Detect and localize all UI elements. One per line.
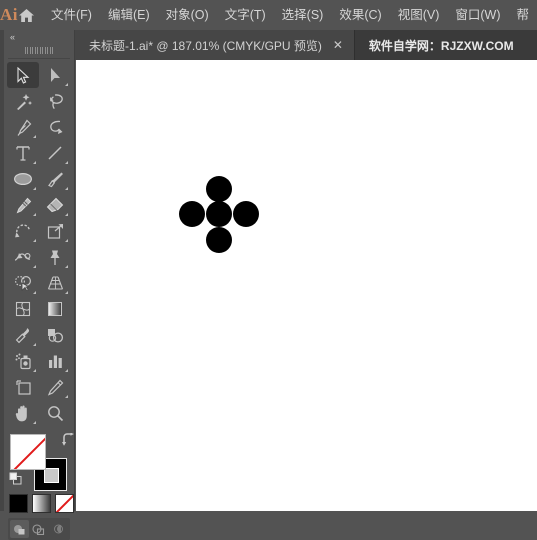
close-icon[interactable]: ✕	[332, 39, 344, 51]
color-mode-button[interactable]	[9, 494, 28, 513]
fill-swatch[interactable]	[10, 434, 46, 470]
drawing-mode-buttons	[8, 518, 70, 540]
fill-stroke-controls	[7, 432, 77, 490]
none-slash-icon	[55, 494, 74, 513]
hand-tool[interactable]	[7, 400, 39, 426]
circle-bottom[interactable]	[206, 227, 232, 253]
tool-group-indicator	[65, 291, 68, 294]
symbol-sprayer-tool[interactable]	[7, 348, 39, 374]
rotate-tool[interactable]	[7, 218, 39, 244]
tool-group-indicator	[33, 421, 36, 424]
circle-center[interactable]	[206, 201, 232, 227]
tool-group-indicator	[65, 395, 68, 398]
menu-item-file[interactable]: 文件(F)	[43, 0, 100, 30]
eraser-tool[interactable]	[39, 192, 71, 218]
panel-drag-handle[interactable]	[4, 44, 74, 56]
column-graph-tool[interactable]	[39, 348, 71, 374]
slice-tool[interactable]	[39, 374, 71, 400]
ellipse-tool[interactable]	[7, 166, 39, 192]
color-mode-buttons	[9, 494, 74, 513]
tool-group-indicator	[33, 161, 36, 164]
menu-bar: Ai 文件(F) 编辑(E) 对象(O) 文字(T) 选择(S) 效果(C) 视…	[0, 0, 537, 30]
lasso-tool[interactable]	[39, 88, 71, 114]
menu-item-edit[interactable]: 编辑(E)	[100, 0, 158, 30]
app-logo: Ai	[0, 0, 18, 30]
draw-behind-button[interactable]	[29, 520, 48, 538]
menu-item-object[interactable]: 对象(O)	[158, 0, 217, 30]
menu-items: 文件(F) 编辑(E) 对象(O) 文字(T) 选择(S) 效果(C) 视图(V…	[43, 0, 537, 30]
stroke-swatch-inner	[44, 468, 59, 483]
tool-group-indicator	[33, 213, 36, 216]
artwork-group[interactable]	[76, 60, 537, 511]
watermark-text: 软件自学网：RJZXW.COM	[355, 30, 514, 60]
tool-grid	[4, 62, 74, 426]
menu-item-view[interactable]: 视图(V)	[390, 0, 448, 30]
gradient-mode-button[interactable]	[32, 494, 51, 513]
tool-group-indicator	[33, 135, 36, 138]
document-tab-title: 未标题-1.ai* @ 187.01% (CMYK/GPU 预览)	[89, 37, 322, 54]
document-tab-bar: 未标题-1.ai* @ 187.01% (CMYK/GPU 预览) ✕ 软件自学…	[75, 30, 537, 60]
illustrator-window: Ai 文件(F) 编辑(E) 对象(O) 文字(T) 选择(S) 效果(C) 视…	[0, 0, 537, 511]
shape-builder-tool[interactable]	[7, 270, 39, 296]
width-tool[interactable]	[7, 244, 39, 270]
tool-group-indicator	[65, 213, 68, 216]
direct-selection-tool[interactable]	[39, 62, 71, 88]
menu-item-window[interactable]: 窗口(W)	[447, 0, 508, 30]
collapse-panel-icon[interactable]: «	[4, 30, 74, 44]
menu-item-select[interactable]: 选择(S)	[274, 0, 332, 30]
none-mode-button[interactable]	[55, 494, 74, 513]
scale-tool[interactable]	[39, 218, 71, 244]
menu-item-help[interactable]: 帮	[509, 0, 537, 30]
tool-group-indicator	[33, 369, 36, 372]
document-tab[interactable]: 未标题-1.ai* @ 187.01% (CMYK/GPU 预览) ✕	[75, 30, 355, 60]
pen-tool[interactable]	[7, 114, 39, 140]
curvature-tool[interactable]	[39, 114, 71, 140]
tool-group-indicator	[65, 369, 68, 372]
circle-left[interactable]	[179, 201, 205, 227]
paintbrush-tool[interactable]	[39, 166, 71, 192]
free-transform-tool[interactable]	[39, 244, 71, 270]
type-tool[interactable]	[7, 140, 39, 166]
mesh-tool[interactable]	[7, 296, 39, 322]
gradient-tool[interactable]	[39, 296, 71, 322]
default-fill-stroke-icon[interactable]	[9, 472, 22, 490]
pencil-tool[interactable]	[7, 192, 39, 218]
tool-group-indicator	[33, 343, 36, 346]
tool-group-indicator	[65, 265, 68, 268]
home-icon[interactable]	[18, 0, 35, 30]
tool-group-indicator	[33, 291, 36, 294]
document-canvas[interactable]	[76, 60, 537, 511]
draw-inside-button[interactable]	[49, 520, 68, 538]
line-segment-tool[interactable]	[39, 140, 71, 166]
tool-group-indicator	[65, 161, 68, 164]
tool-group-indicator	[33, 187, 36, 190]
tool-group-indicator	[65, 83, 68, 86]
zoom-tool[interactable]	[39, 400, 71, 426]
menu-item-effect[interactable]: 效果(C)	[331, 0, 389, 30]
selection-tool[interactable]	[7, 62, 39, 88]
perspective-grid-tool[interactable]	[39, 270, 71, 296]
tools-panel: «	[4, 30, 75, 511]
circle-right[interactable]	[233, 201, 259, 227]
magic-wand-tool[interactable]	[7, 88, 39, 114]
toolbar-divider	[8, 58, 70, 59]
tool-group-indicator	[33, 265, 36, 268]
artboard-tool[interactable]	[7, 374, 39, 400]
tool-group-indicator	[65, 239, 68, 242]
none-slash-icon	[12, 434, 46, 470]
eyedropper-tool[interactable]	[7, 322, 39, 348]
tool-group-indicator	[33, 239, 36, 242]
tool-group-indicator	[65, 187, 68, 190]
menu-item-type[interactable]: 文字(T)	[217, 0, 274, 30]
draw-normal-button[interactable]	[10, 520, 29, 538]
swap-fill-stroke-icon[interactable]	[61, 433, 75, 451]
circle-top[interactable]	[206, 176, 232, 202]
blend-tool[interactable]	[39, 322, 71, 348]
